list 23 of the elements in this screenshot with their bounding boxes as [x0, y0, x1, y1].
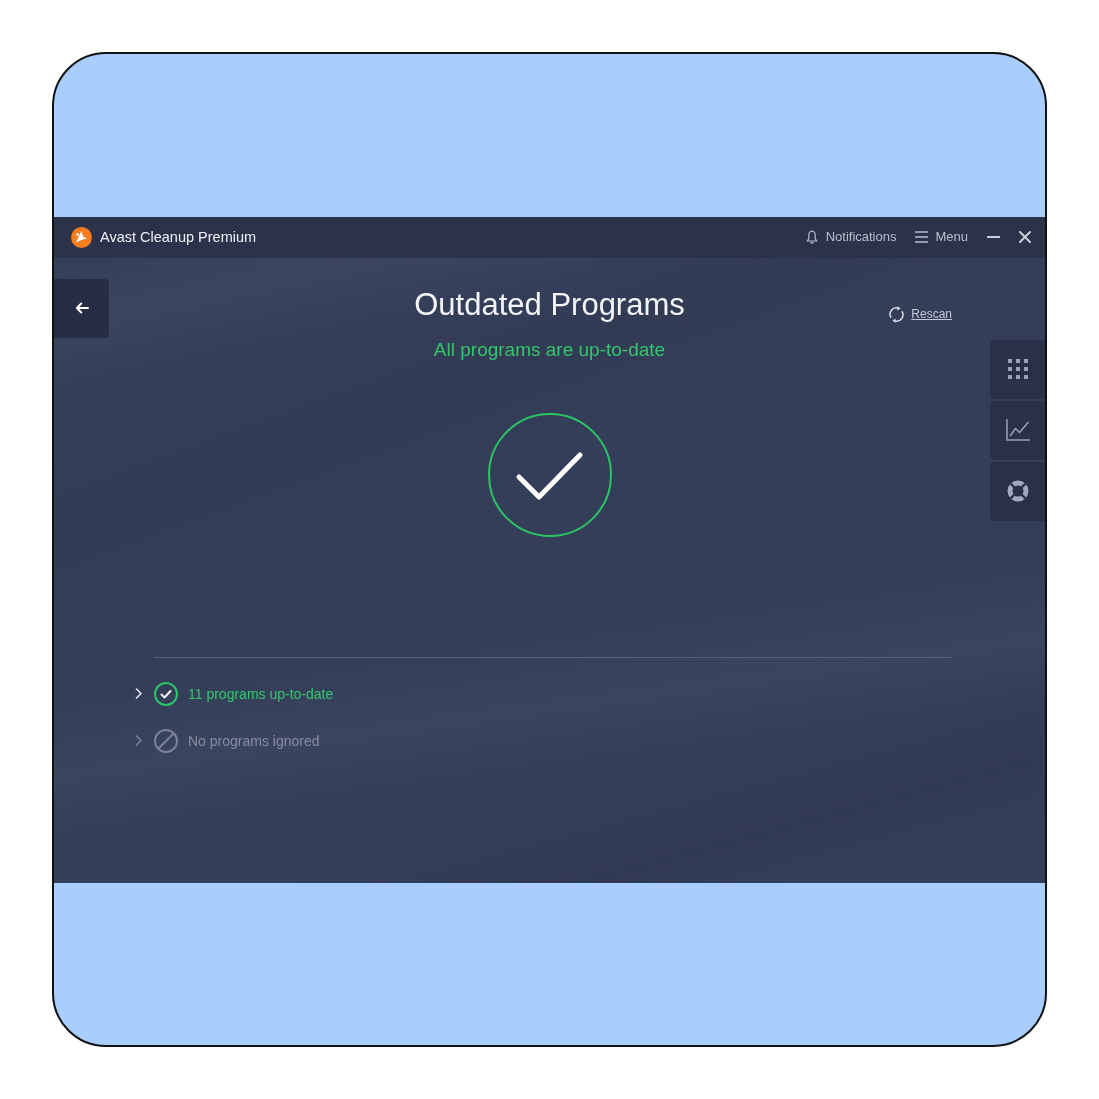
- grid-icon: [1007, 359, 1028, 379]
- statistics-button[interactable]: [990, 400, 1045, 460]
- window-title: Avast Cleanup Premium: [100, 229, 257, 245]
- close-icon[interactable]: [1019, 231, 1031, 243]
- bell-icon: [805, 230, 818, 244]
- page-title: Outdated Programs: [414, 286, 685, 323]
- menu-button[interactable]: Menu: [915, 229, 968, 245]
- check-circle-icon: [487, 412, 612, 537]
- notifications-button[interactable]: Notifications: [805, 229, 897, 245]
- help-button[interactable]: [990, 461, 1045, 521]
- logo-icon: [71, 226, 92, 248]
- line-chart-icon: [1005, 419, 1030, 441]
- rescan-link[interactable]: Rescan: [888, 305, 952, 323]
- result-label: 11 programs up-to-date: [188, 684, 334, 703]
- back-arrow-icon: [74, 302, 89, 314]
- result-label: No programs ignored: [188, 731, 320, 750]
- check-circle-icon: [154, 681, 178, 706]
- lifebuoy-icon: [1006, 480, 1029, 502]
- status-message: All programs are up-to-date: [433, 337, 666, 361]
- menu-icon: [915, 231, 929, 243]
- apps-button[interactable]: [990, 339, 1045, 399]
- refresh-icon: [888, 305, 906, 323]
- prohibited-icon: [154, 728, 178, 753]
